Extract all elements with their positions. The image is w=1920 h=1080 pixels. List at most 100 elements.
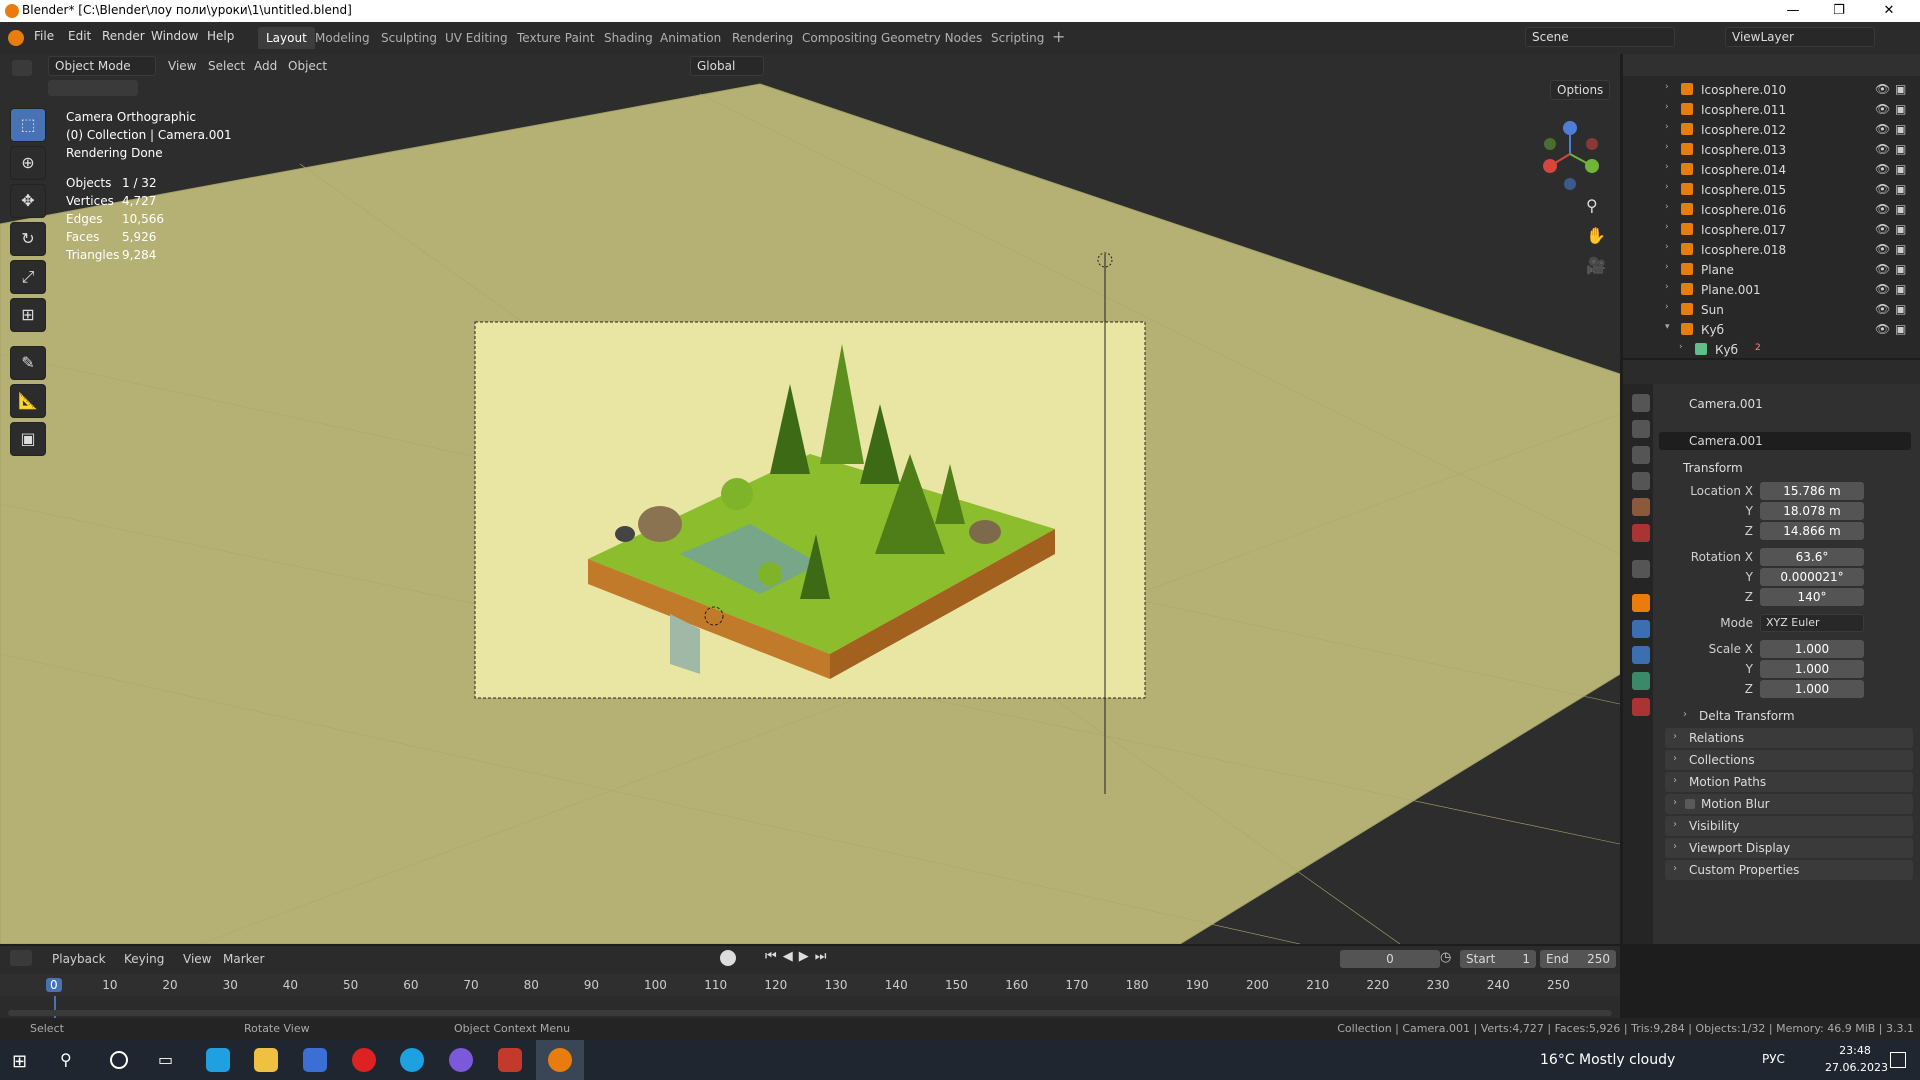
expand-chevron-icon[interactable]: › xyxy=(1665,162,1669,172)
location-x-field[interactable]: 15.786 m xyxy=(1760,482,1864,500)
transform-panel-header[interactable]: Transform xyxy=(1659,456,1907,480)
outliner-row[interactable]: › Icosphere.011 👁 ▣ xyxy=(1623,100,1920,120)
blender-menu-icon[interactable] xyxy=(8,30,24,46)
playback-menu[interactable]: Playback xyxy=(52,952,106,966)
outliner-row[interactable]: › Icosphere.013 👁 ▣ xyxy=(1623,140,1920,160)
clock-time[interactable]: 23:48 xyxy=(1825,1044,1885,1057)
transform-tool[interactable]: ⊞ xyxy=(10,298,46,332)
menu-help[interactable]: Help xyxy=(207,29,234,43)
discord-icon[interactable] xyxy=(449,1048,473,1072)
outliner-row[interactable]: › Icosphere.010 👁 ▣ xyxy=(1623,80,1920,100)
timeline-view-menu[interactable]: View xyxy=(183,952,211,966)
blender-taskbar-item[interactable] xyxy=(536,1040,584,1080)
move-tool[interactable]: ✥ xyxy=(10,184,46,218)
tool-tab-icon[interactable] xyxy=(1632,394,1650,412)
panel-header-2[interactable]: › Collections xyxy=(1665,750,1913,770)
expand-chevron-icon[interactable]: ▾ xyxy=(1665,322,1670,332)
workspace-tab-3[interactable]: UV Editing xyxy=(437,27,516,49)
render-camera-icon[interactable]: ▣ xyxy=(1895,262,1906,276)
close-button[interactable]: ✕ xyxy=(1866,1,1912,21)
measure-tool[interactable]: 📐 xyxy=(10,384,46,418)
start-frame-field[interactable]: Start 1 xyxy=(1460,950,1536,968)
render-camera-icon[interactable]: ▣ xyxy=(1895,202,1906,216)
navigation-gizmo[interactable] xyxy=(1530,114,1610,194)
properties-panel[interactable]: Camera.001 Camera.001 Transform Location… xyxy=(1623,360,1920,944)
rotate-tool[interactable]: ↻ xyxy=(10,222,46,256)
windows-start-icon[interactable]: ⊞ xyxy=(12,1051,27,1072)
outliner-row[interactable]: › Plane 👁 ▣ xyxy=(1623,260,1920,280)
visibility-eye-icon[interactable]: 👁 xyxy=(1875,242,1890,256)
location-y-field[interactable]: 18.078 m xyxy=(1760,502,1864,520)
timeline-scrollbar[interactable] xyxy=(8,1010,1612,1016)
render-camera-icon[interactable]: ▣ xyxy=(1895,122,1906,136)
panel-header-5[interactable]: › Visibility xyxy=(1665,816,1913,836)
outliner-row[interactable]: › Icosphere.018 👁 ▣ xyxy=(1623,240,1920,260)
cortana-icon[interactable] xyxy=(110,1051,128,1069)
workspace-tab-7[interactable]: Rendering xyxy=(724,27,801,49)
pan-hand-icon[interactable]: ✋ xyxy=(1586,226,1606,245)
app-icon[interactable] xyxy=(498,1048,522,1072)
outliner-row[interactable]: › Sun 👁 ▣ xyxy=(1623,300,1920,320)
add-workspace-icon[interactable]: + xyxy=(1052,27,1065,46)
visibility-eye-icon[interactable]: 👁 xyxy=(1875,262,1890,276)
add-cube-tool[interactable]: ▣ xyxy=(10,422,46,456)
record-icon[interactable] xyxy=(720,950,736,966)
outliner-row[interactable]: › Plane.001 👁 ▣ xyxy=(1623,280,1920,300)
physics-tab-icon[interactable] xyxy=(1632,620,1650,638)
weather-widget[interactable]: 16°C Mostly cloudy xyxy=(1540,1052,1675,1068)
workspace-tab-9[interactable]: Geometry Nodes xyxy=(873,27,990,49)
expand-chevron-icon[interactable]: › xyxy=(1665,122,1669,132)
skype-icon[interactable] xyxy=(400,1048,424,1072)
constraints-tab-icon[interactable] xyxy=(1632,646,1650,664)
expand-chevron-icon[interactable]: › xyxy=(1665,282,1669,292)
expand-chevron-icon[interactable]: › xyxy=(1665,102,1669,112)
render-camera-icon[interactable]: ▣ xyxy=(1895,162,1906,176)
expand-chevron-icon[interactable]: › xyxy=(1665,82,1669,92)
expand-chevron-icon[interactable]: › xyxy=(1679,342,1683,352)
render-camera-icon[interactable]: ▣ xyxy=(1895,302,1906,316)
object-name-field[interactable]: Camera.001 xyxy=(1659,432,1911,450)
panel-header-7[interactable]: › Custom Properties xyxy=(1665,860,1913,880)
editor-type-icon[interactable] xyxy=(12,60,32,76)
notifications-icon[interactable] xyxy=(1890,1052,1906,1068)
scene-tab-icon[interactable] xyxy=(1632,498,1650,516)
visibility-eye-icon[interactable]: 👁 xyxy=(1875,202,1890,216)
render-camera-icon[interactable]: ▣ xyxy=(1895,142,1906,156)
maximize-button[interactable]: ❐ xyxy=(1816,1,1862,21)
visibility-eye-icon[interactable]: 👁 xyxy=(1875,322,1890,336)
menu-window[interactable]: Window xyxy=(151,29,198,43)
rotation-z-field[interactable]: 140° xyxy=(1760,588,1864,606)
visibility-eye-icon[interactable]: 👁 xyxy=(1875,302,1890,316)
render-camera-icon[interactable]: ▣ xyxy=(1895,322,1906,336)
panel-header-6[interactable]: › Viewport Display xyxy=(1665,838,1913,858)
menu-file[interactable]: File xyxy=(34,29,54,43)
expand-chevron-icon[interactable]: › xyxy=(1665,202,1669,212)
viewlayer-selector[interactable]: ViewLayer xyxy=(1725,27,1875,47)
workspace-tab-2[interactable]: Sculpting xyxy=(373,27,445,49)
3d-viewport[interactable]: Object Mode View Select Add Object Globa… xyxy=(0,54,1620,944)
select-menu[interactable]: Select xyxy=(208,59,245,73)
orientation-selector[interactable]: Global xyxy=(690,56,764,76)
select-box-tool[interactable]: ⬚ xyxy=(10,108,46,142)
outliner-row[interactable]: › Icosphere.014 👁 ▣ xyxy=(1623,160,1920,180)
add-menu[interactable]: Add xyxy=(254,59,277,73)
location-z-field[interactable]: 14.866 m xyxy=(1760,522,1864,540)
collection-tab-icon[interactable] xyxy=(1632,560,1650,578)
output-tab-icon[interactable] xyxy=(1632,446,1650,464)
object-menu[interactable]: Object xyxy=(288,59,327,73)
panel-header-3[interactable]: › Motion Paths xyxy=(1665,772,1913,792)
menu-edit[interactable]: Edit xyxy=(68,29,91,43)
cursor-tool[interactable]: ⊕ xyxy=(10,146,46,180)
outliner-row[interactable]: › Icosphere.017 👁 ▣ xyxy=(1623,220,1920,240)
workspace-tab-8[interactable]: Compositing xyxy=(794,27,885,49)
frame-ruler[interactable]: 0 10 20 30 40 50 60 70 80 90 100 110 120 130 140 150 160… xyxy=(0,974,1620,1018)
outliner-row[interactable]: › Icosphere.016 👁 ▣ xyxy=(1623,200,1920,220)
visibility-eye-icon[interactable]: 👁 xyxy=(1875,182,1890,196)
world-tab-icon[interactable] xyxy=(1632,524,1650,542)
task-view-icon[interactable]: ▭ xyxy=(158,1050,173,1069)
texture-tab-icon[interactable] xyxy=(1632,698,1650,716)
current-frame-field[interactable]: 0 xyxy=(1340,950,1440,968)
keying-menu[interactable]: Keying xyxy=(124,952,164,966)
workspace-tab-10[interactable]: Scripting xyxy=(983,27,1052,49)
scale-tool[interactable]: ⤢ xyxy=(10,260,46,294)
